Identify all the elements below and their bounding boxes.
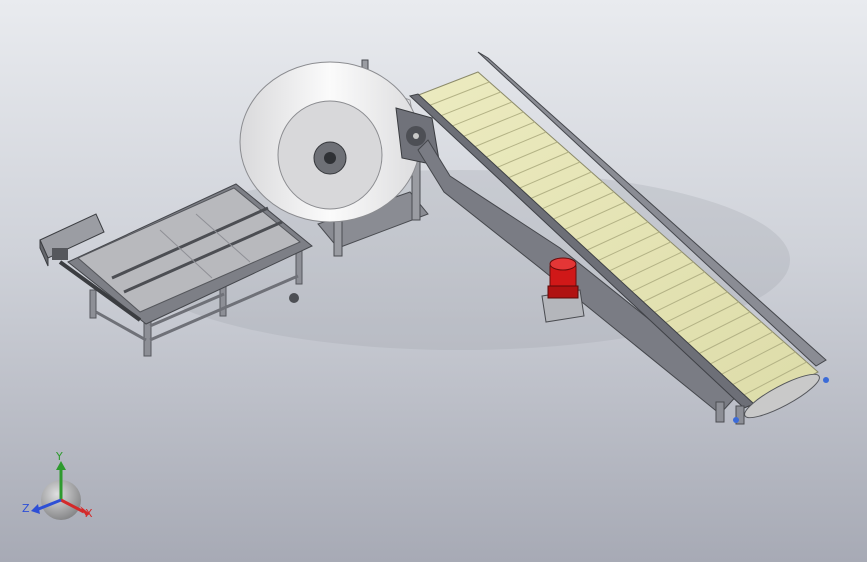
graphics-viewport[interactable]: Y Z X	[0, 0, 867, 562]
triad-y-label: Y	[56, 450, 63, 463]
paper-roll[interactable]	[239, 61, 421, 223]
motor-gearbox	[547, 285, 579, 299]
orientation-triad	[31, 461, 90, 520]
incline-roller-bolt-right	[823, 377, 829, 383]
triad-x-label: X	[85, 507, 93, 520]
incline-support-posts	[715, 401, 745, 425]
model-scene[interactable]	[0, 0, 867, 562]
feed-caster	[289, 293, 299, 303]
incline-roller-bolt-left	[733, 417, 739, 423]
triad-z-arrow	[31, 504, 40, 514]
motor-cap	[549, 257, 577, 271]
triad-z-label: Z	[22, 502, 30, 515]
paper-roll-core	[324, 152, 336, 164]
